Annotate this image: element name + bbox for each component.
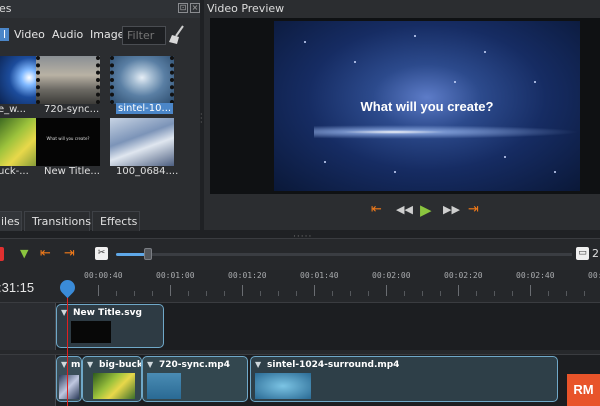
ruler-label: 00:00:40 [84, 271, 123, 280]
rewind-icon[interactable]: ◀◀ [396, 201, 413, 219]
tab-effects[interactable]: Effects [92, 211, 140, 231]
ruler-label: 00:01:20 [228, 271, 267, 280]
zoom-slider-track[interactable] [152, 253, 572, 256]
timeline-clip[interactable]: ▼ m [56, 356, 82, 402]
ruler-label: 00:01:00 [156, 271, 195, 280]
timecode-display: :31:15 [0, 280, 35, 295]
clip-title: sintel-1024-surround.mp4 [267, 360, 400, 370]
file-thumbnail[interactable] [110, 118, 174, 166]
clip-thumbnail [71, 321, 111, 343]
file-label: uck-... [0, 166, 29, 177]
zoom-value: 2 [592, 247, 599, 260]
filter-marker-icon[interactable]: ▼ [20, 246, 28, 262]
jump-end-icon[interactable]: ⇥ [64, 246, 75, 262]
lens-flare [314, 125, 580, 139]
file-thumbnail[interactable] [36, 56, 100, 104]
video-caption: What will you create? [360, 99, 494, 114]
zoom-slider-handle[interactable] [144, 248, 152, 260]
timeline-clip[interactable]: ▼ New Title.svg [56, 304, 164, 348]
ruler-label: 00:01:40 [300, 271, 339, 280]
jump-end-icon[interactable]: ⇥ [468, 201, 479, 219]
file-label-selected: sintel-10... [116, 103, 174, 114]
clip-menu-icon[interactable]: ▼ [87, 360, 93, 369]
ruler-label: 00:02:20 [444, 271, 483, 280]
jump-start-icon[interactable]: ⇤ [40, 246, 51, 262]
filter-tab-video[interactable]: Video [14, 28, 45, 41]
file-label: 100_0684.... [116, 166, 179, 177]
ruler-label: 00:0 [588, 271, 600, 280]
file-thumbnail[interactable] [110, 56, 174, 104]
clip-title: New Title.svg [73, 308, 142, 318]
project-files-titlebar: es ⊡ × [0, 0, 200, 18]
broom-icon[interactable] [168, 25, 186, 45]
clip-title: big-buck- [99, 360, 142, 370]
file-thumbnail[interactable]: What will you create? [36, 118, 100, 166]
clip-title: 720-sync.mp4 [159, 360, 230, 370]
file-label: New Title... [44, 166, 100, 177]
project-files-title: es [0, 2, 12, 15]
timeline-clip[interactable]: ▼ sintel-1024-surround.mp4 [250, 356, 558, 402]
track-1-header [0, 303, 56, 350]
project-tabs: iles Transitions Effects [0, 211, 200, 231]
add-track-icon[interactable] [0, 247, 4, 261]
timeline-clip[interactable]: ▼ 720-sync.mp4 [142, 356, 248, 402]
video-preview-title: Video Preview [207, 2, 285, 15]
float-icon[interactable]: ⊡ [178, 3, 188, 13]
clip-title: m [71, 360, 81, 370]
tab-project-files[interactable]: iles [0, 211, 22, 231]
video-frame: What will you create? [274, 21, 580, 191]
clip-menu-icon[interactable]: ▼ [255, 360, 261, 369]
track-2-header [0, 355, 56, 406]
file-label: 720-sync... [44, 104, 100, 115]
clip-menu-icon[interactable]: ▼ [147, 360, 153, 369]
close-icon[interactable]: × [190, 3, 200, 13]
zoom-icon[interactable]: ▭ [576, 247, 589, 260]
fast-forward-icon[interactable]: ▶▶ [443, 201, 460, 219]
timeline-clip[interactable]: ▼ big-buck- [82, 356, 142, 402]
ruler-label: 00:02:40 [516, 271, 555, 280]
watermark-logo: RM [567, 374, 600, 406]
play-icon[interactable]: ▶ [420, 201, 432, 219]
razor-icon[interactable]: ✂ [95, 247, 108, 260]
filter-tab-all[interactable]: l [0, 28, 10, 41]
filter-tab-image[interactable]: Image [90, 28, 124, 41]
playback-controls: ⇤ ◀◀ ▶ ▶▶ ⇥ [368, 201, 488, 221]
playhead-line[interactable] [67, 292, 68, 406]
filter-input[interactable] [122, 26, 166, 45]
file-label: e_w... [0, 104, 26, 115]
jump-start-icon[interactable]: ⇤ [371, 201, 382, 219]
filter-tab-audio[interactable]: Audio [52, 28, 83, 41]
ruler-label: 00:02:00 [372, 271, 411, 280]
tab-transitions[interactable]: Transitions [24, 211, 91, 231]
